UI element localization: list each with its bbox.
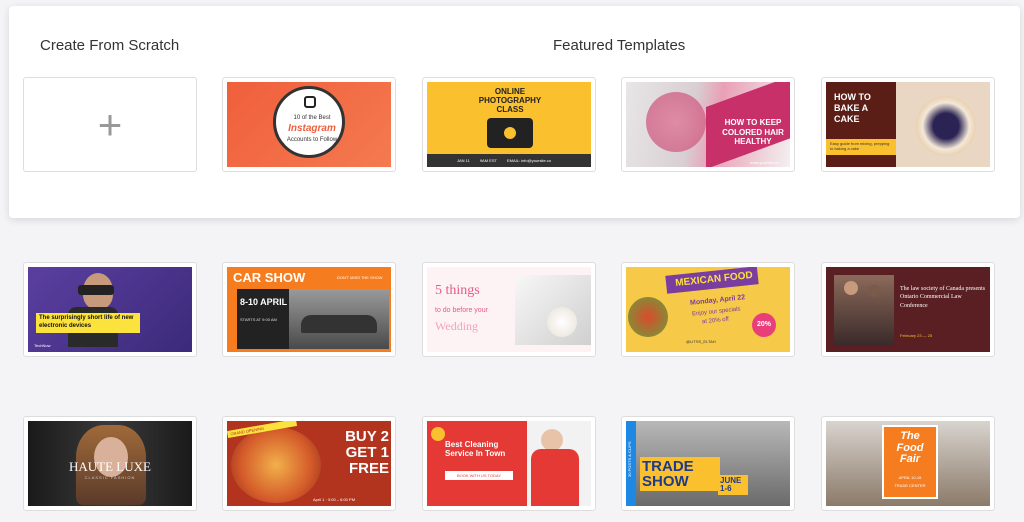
template-text: Enjoy our specials [691, 306, 741, 318]
template-card-instagram[interactable]: 10 of the Best Instagram Accounts to Fol… [222, 77, 396, 172]
template-text: HOW TO KEEP COLORED HAIR HEALTHY [722, 118, 784, 147]
template-thumb-instagram: 10 of the Best Instagram Accounts to Fol… [227, 82, 391, 167]
badge-icon [431, 427, 445, 441]
template-card-mexican[interactable]: MEXICAN FOOD Monday, April 22 Enjoy our … [621, 262, 795, 357]
template-text: BOOK WITH US TODAY [445, 471, 513, 480]
template-thumb-vr: The surprisingly short life of new elect… [28, 267, 192, 352]
camera-icon [487, 118, 533, 148]
template-text: February 23 — 25 [900, 333, 933, 338]
instagram-icon [304, 96, 316, 108]
template-text: BUY 2 GET 1 FREE [345, 428, 389, 477]
template-text: JAN 11 [457, 158, 470, 163]
template-card-trade[interactable]: 30 POSTS & CLIPS TRADE SHOW JUNE 1-6 [621, 416, 795, 511]
template-text: www.yoursite.co [750, 160, 779, 165]
template-thumb-mexican: MEXICAN FOOD Monday, April 22 Enjoy our … [626, 267, 790, 352]
template-text: The surprisingly short life of new elect… [36, 313, 140, 333]
template-text: The law society of Canada presents Ontar… [900, 286, 986, 309]
template-card-vr[interactable]: The surprisingly short life of new elect… [23, 262, 197, 357]
template-thumb-food: GRAND OPENING BUY 2 GET 1 FREE April 1 ·… [227, 421, 391, 506]
template-text: 8-10 APRIL [240, 297, 288, 307]
template-text: JUNE 1-6 [718, 475, 748, 495]
create-blank-card[interactable]: + [23, 77, 197, 172]
template-text: at 20% off [701, 316, 730, 326]
template-text: HOW TO BAKE A CAKE [834, 92, 871, 124]
template-thumb-carshow: CAR SHOW 8-10 APRIL STARTS AT 9:00 AM DO… [227, 267, 391, 352]
template-card-carshow[interactable]: CAR SHOW 8-10 APRIL STARTS AT 9:00 AM DO… [222, 262, 396, 357]
create-from-scratch-heading: Create From Scratch [40, 37, 180, 54]
template-text: @LITSS_ELTAH [686, 339, 716, 344]
template-card-hair[interactable]: HOW TO KEEP COLORED HAIR HEALTHY www.you… [621, 77, 795, 172]
template-text: April 1 · 3:00 – 6:00 PM [313, 497, 356, 502]
template-text: TRADE SHOW [640, 457, 720, 491]
template-text: Best Cleaning Service In Town [445, 440, 506, 458]
template-text: Easy guide from mixing, prepping to baki… [826, 139, 896, 155]
template-card-wedding[interactable]: 5 things to do before your Wedding [422, 262, 596, 357]
template-thumb-haute: HAUTE LUXE CLASSIC FASHION [28, 421, 192, 506]
template-thumb-photography: ONLINE PHOTOGRAPHY CLASS JAN 11 9AM EST … [427, 82, 591, 167]
template-text: to do before your [435, 307, 488, 314]
template-card-photography[interactable]: ONLINE PHOTOGRAPHY CLASS JAN 11 9AM EST … [422, 77, 596, 172]
template-text: CAR SHOW [233, 270, 306, 285]
template-text: Monday, April 22 [689, 294, 746, 307]
template-text: 10 of the Best [293, 115, 331, 121]
template-thumb-cleaning: Best Cleaning Service In Town BOOK WITH … [427, 421, 591, 506]
template-text: Accounts to Follow [286, 137, 338, 143]
template-card-law[interactable]: The law society of Canada presents Ontar… [821, 262, 995, 357]
template-text: 9AM EST [479, 158, 497, 163]
template-text: TechNow [34, 343, 51, 348]
template-card-food[interactable]: GRAND OPENING BUY 2 GET 1 FREE April 1 ·… [222, 416, 396, 511]
template-thumb-wedding: 5 things to do before your Wedding [427, 267, 591, 352]
template-text: HAUTE LUXE [69, 459, 151, 474]
template-thumb-cake: HOW TO BAKE A CAKE Easy guide from mixin… [826, 82, 990, 167]
featured-templates-heading: Featured Templates [553, 37, 686, 54]
template-text: The Food Fair [896, 430, 924, 466]
template-card-haute[interactable]: HAUTE LUXE CLASSIC FASHION [23, 416, 197, 511]
template-text: DON'T MISS THE SHOW [337, 275, 383, 280]
template-card-foodfair[interactable]: The Food Fair APRIL 10-15 TRADE CENTER [821, 416, 995, 511]
plus-icon: + [97, 100, 123, 148]
template-thumb-law: The law society of Canada presents Ontar… [826, 267, 990, 352]
template-thumb-trade: 30 POSTS & CLIPS TRADE SHOW JUNE 1-6 [626, 421, 790, 506]
template-card-cleaning[interactable]: Best Cleaning Service In Town BOOK WITH … [422, 416, 596, 511]
template-text: ONLINE PHOTOGRAPHY CLASS [478, 87, 542, 114]
template-text: 30 POSTS & CLIPS [627, 441, 632, 477]
template-text: 5 things [435, 283, 480, 298]
template-thumb-foodfair: The Food Fair APRIL 10-15 TRADE CENTER [826, 421, 990, 506]
template-text: Instagram [288, 123, 336, 134]
template-text: APRIL 10-15 [898, 475, 922, 480]
template-text: Wedding [435, 319, 479, 333]
template-card-cake[interactable]: HOW TO BAKE A CAKE Easy guide from mixin… [821, 77, 995, 172]
template-text: CLASSIC FASHION [84, 475, 136, 480]
template-thumb-hair: HOW TO KEEP COLORED HAIR HEALTHY www.you… [626, 82, 790, 167]
template-text: TRADE CENTER [894, 483, 926, 488]
template-text: EMAIL: info@yoursite.co [506, 158, 552, 163]
template-text: 20% [752, 313, 776, 337]
template-text: STARTS AT 9:00 AM [240, 317, 277, 322]
